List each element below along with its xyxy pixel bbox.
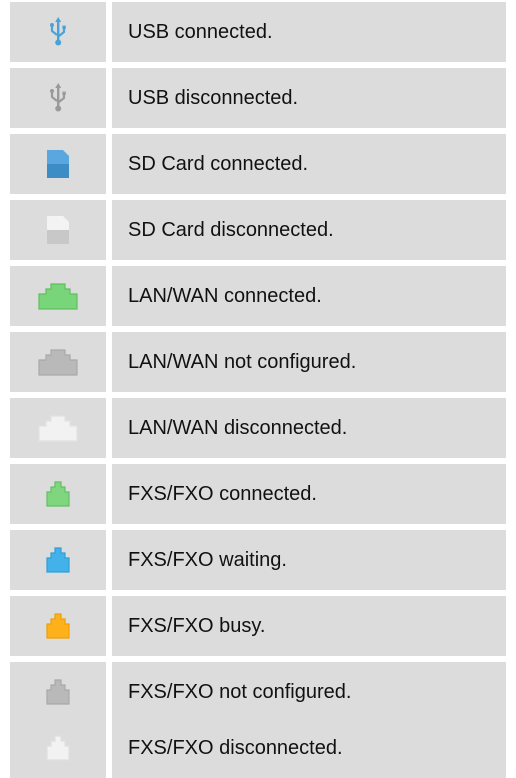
icon-cell: [10, 2, 106, 62]
icon-cell: [10, 464, 106, 524]
legend-row-sd-card-disconnected: SD Card disconnected.: [0, 200, 516, 260]
legend-row-lan-wan-connected: LAN/WAN connected.: [0, 266, 516, 326]
legend-label: USB connected.: [112, 2, 506, 62]
usb-connected-icon: [49, 17, 67, 47]
legend-label: USB disconnected.: [112, 68, 506, 128]
legend-label: FXS/FXO busy.: [112, 596, 506, 656]
legend-row-fxs-fxo-not-configured: FXS/FXO not configured.: [0, 662, 516, 722]
legend-row-lan-wan-not-configured: LAN/WAN not configured.: [0, 332, 516, 392]
icon-cell: [10, 398, 106, 458]
legend-row-fxs-fxo-connected: FXS/FXO connected.: [0, 464, 516, 524]
lan-port-not-configured-icon: [38, 348, 78, 376]
legend-row-fxs-fxo-waiting: FXS/FXO waiting.: [0, 530, 516, 590]
legend-label: FXS/FXO waiting.: [112, 530, 506, 590]
icon-cell: [10, 332, 106, 392]
legend-row-usb-disconnected: USB disconnected.: [0, 68, 516, 128]
phone-port-disconnected-icon: [46, 735, 70, 761]
legend-label: SD Card disconnected.: [112, 200, 506, 260]
icon-cell: [10, 266, 106, 326]
lan-port-connected-icon: [38, 282, 78, 310]
legend-row-sd-card-connected: SD Card connected.: [0, 134, 516, 194]
phone-port-connected-icon: [46, 481, 70, 507]
icon-cell: [10, 718, 106, 778]
icon-cell: [10, 530, 106, 590]
sd-card-disconnected-icon: [47, 215, 69, 245]
phone-port-busy-icon: [46, 613, 70, 639]
phone-port-not-configured-icon: [46, 679, 70, 705]
legend-row-usb-connected: USB connected.: [0, 2, 516, 62]
legend-label: FXS/FXO not configured.: [112, 662, 506, 722]
status-icon-legend: USB connected. USB disconnected. SD Card…: [0, 0, 516, 778]
icon-cell: [10, 596, 106, 656]
icon-cell: [10, 134, 106, 194]
icon-cell: [10, 662, 106, 722]
usb-disconnected-icon: [49, 83, 67, 113]
legend-label: FXS/FXO disconnected.: [112, 718, 506, 778]
legend-label: LAN/WAN connected.: [112, 266, 506, 326]
icon-cell: [10, 200, 106, 260]
legend-label: FXS/FXO connected.: [112, 464, 506, 524]
legend-label: SD Card connected.: [112, 134, 506, 194]
sd-card-connected-icon: [47, 149, 69, 179]
lan-port-disconnected-icon: [38, 414, 78, 442]
legend-row-lan-wan-disconnected: LAN/WAN disconnected.: [0, 398, 516, 458]
legend-row-fxs-fxo-disconnected: FXS/FXO disconnected.: [0, 718, 516, 778]
legend-row-fxs-fxo-busy: FXS/FXO busy.: [0, 596, 516, 656]
legend-label: LAN/WAN disconnected.: [112, 398, 506, 458]
phone-port-waiting-icon: [46, 547, 70, 573]
legend-label: LAN/WAN not configured.: [112, 332, 506, 392]
icon-cell: [10, 68, 106, 128]
